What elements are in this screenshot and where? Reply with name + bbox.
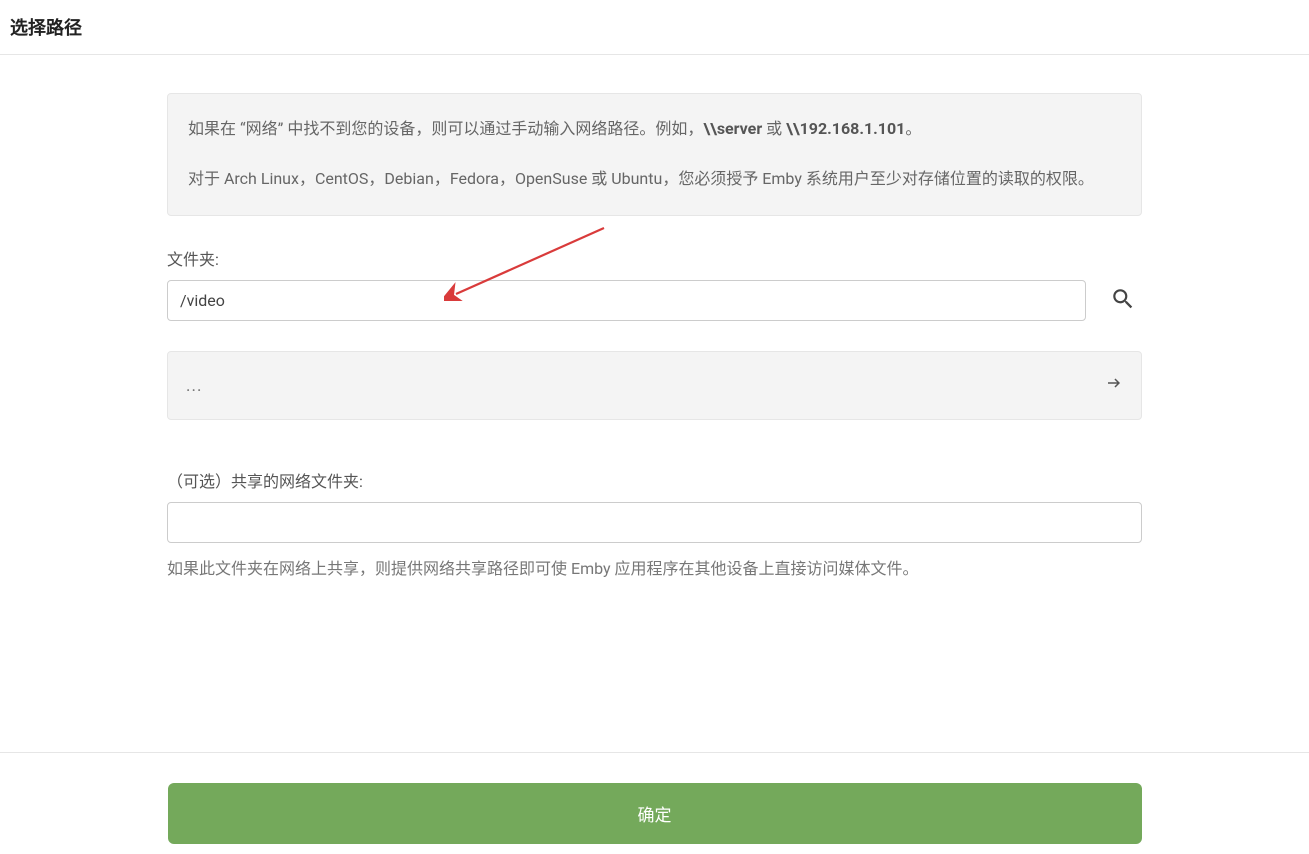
network-field-group: （可选）共享的网络文件夹: 如果此文件夹在网络上共享，则提供网络共享路径即可使 … [167,468,1142,581]
ok-button[interactable]: 确定 [168,783,1142,844]
network-label: （可选）共享的网络文件夹: [167,468,1142,492]
folder-input[interactable] [167,280,1086,321]
info-network-path: 如果在 “网络” 中找不到您的设备，则可以通过手动输入网络路径。例如，\\ser… [188,114,1121,144]
browse-up-label: ... [186,376,202,396]
info-panel: 如果在 “网络” 中找不到您的设备，则可以通过手动输入网络路径。例如，\\ser… [167,93,1142,216]
dialog-footer: 确定 [0,752,1309,854]
folder-field-group: 文件夹: [167,246,1142,321]
dialog-title: 选择路径 [10,14,1299,40]
info-text-or: 或 [762,119,786,138]
dialog-header: 选择路径 [0,0,1309,55]
dialog-body: 如果在 “网络” 中找不到您的设备，则可以通过手动输入网络路径。例如，\\ser… [167,55,1142,649]
network-hint: 如果此文件夹在网络上共享，则提供网络共享路径即可使 Emby 应用程序在其他设备… [167,557,1142,581]
arrow-right-icon [1105,374,1123,397]
info-text: 如果在 “网络” 中找不到您的设备，则可以通过手动输入网络路径。例如， [188,119,703,138]
folder-input-row [167,280,1142,321]
info-example-ip: \\192.168.1.101 [786,119,905,138]
folder-label: 文件夹: [167,246,1142,270]
folder-input-wrap [167,280,1086,321]
search-icon [1110,286,1136,315]
browse-up-row[interactable]: ... [167,351,1142,420]
network-path-input[interactable] [167,502,1142,543]
info-text-suffix: 。 [905,119,921,138]
info-example-server: \\server [703,119,762,138]
info-linux-permissions: 对于 Arch Linux，CentOS，Debian，Fedora，OpenS… [188,164,1121,194]
search-button[interactable] [1104,280,1142,321]
footer-inner: 确定 [150,783,1160,844]
